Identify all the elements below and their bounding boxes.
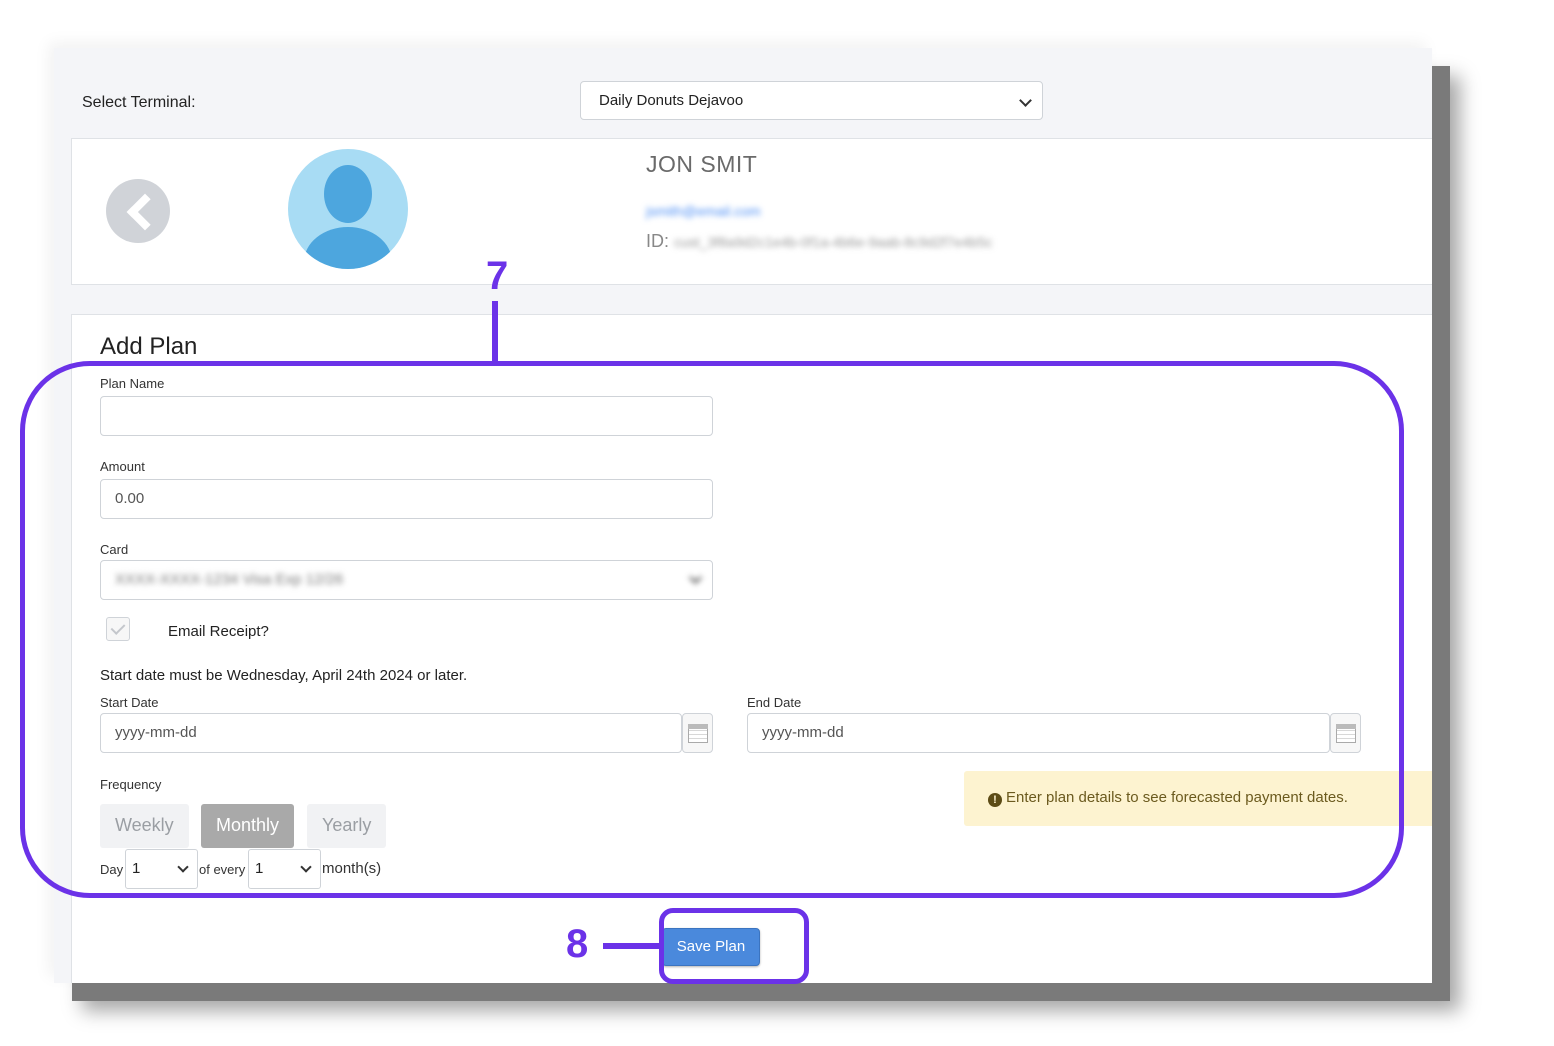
frequency-weekly-button[interactable]: Weekly (100, 804, 189, 848)
end-date-placeholder: yyyy-mm-dd (762, 724, 844, 741)
start-date-note: Start date must be Wednesday, April 24th… (100, 667, 468, 684)
start-date-placeholder: yyyy-mm-dd (115, 724, 197, 741)
day-label: Day (100, 862, 124, 877)
annotation-step-8-box (659, 908, 809, 984)
chevron-down-icon (300, 861, 312, 873)
forecast-message: Enter plan details to see forecasted pay… (1006, 789, 1348, 806)
select-terminal-label: Select Terminal: (82, 94, 196, 111)
info-icon: ! (988, 793, 1002, 807)
customer-id-label: ID: (646, 231, 670, 251)
email-receipt-checkbox[interactable] (106, 617, 130, 641)
frequency-label: Frequency (100, 777, 162, 792)
every-months-value: 1 (255, 860, 264, 877)
customer-email-link[interactable]: jsmith@email.com (646, 203, 761, 219)
frequency-monthly-button[interactable]: Monthly (201, 804, 295, 848)
customer-id-value: cust_3f8a9d2c1e4b-0f1a-4b6e-9aab-8c9d2f7… (674, 234, 993, 250)
plan-name-input[interactable] (100, 396, 713, 436)
amount-value: 0.00 (115, 490, 145, 507)
email-receipt-label: Email Receipt? (168, 623, 269, 640)
add-plan-title: Add Plan (100, 333, 198, 360)
card-select[interactable]: XXXX-XXXX-1234 Visa Exp 12/26 (100, 560, 713, 600)
start-date-calendar-button[interactable] (682, 713, 713, 753)
amount-label: Amount (100, 459, 145, 474)
plan-name-label: Plan Name (100, 376, 165, 391)
amount-input[interactable]: 0.00 (100, 479, 713, 519)
forecast-notice: ! Enter plan details to see forecasted pa… (964, 771, 1432, 826)
back-arrow-icon[interactable] (106, 179, 170, 243)
day-select-value: 1 (132, 860, 141, 877)
terminal-select-value: Daily Donuts Dejavoo (599, 92, 744, 109)
every-months-select[interactable]: 1 (248, 849, 321, 889)
avatar-body-icon (304, 227, 392, 269)
add-plan-card: Add Plan Plan Name Amount 0.00 Card XXXX… (71, 314, 1432, 983)
customer-name: JON SMIT (646, 151, 758, 177)
card-label: Card (100, 542, 129, 557)
screenshot-frame: Select Terminal: Daily Donuts Dejavoo JO… (54, 48, 1432, 983)
chevron-down-icon (689, 571, 702, 584)
end-date-calendar-button[interactable] (1330, 713, 1361, 753)
annotation-step-8-number: 8 (566, 922, 589, 966)
chevron-down-icon (1019, 94, 1032, 107)
of-every-label: of every (199, 862, 246, 877)
end-date-input[interactable]: yyyy-mm-dd (747, 713, 1330, 753)
chevron-down-icon (177, 861, 189, 873)
calendar-icon (1336, 724, 1356, 743)
avatar-head-icon (324, 165, 372, 223)
annotation-step-7-number: 7 (486, 254, 509, 298)
avatar (288, 149, 408, 269)
start-date-input[interactable]: yyyy-mm-dd (100, 713, 682, 753)
annotation-step-8-connector (603, 943, 661, 949)
months-label: month(s) (322, 860, 382, 877)
start-date-label: Start Date (100, 695, 159, 710)
customer-profile-card: JON SMIT jsmith@email.com ID: cust_3f8a9… (71, 138, 1432, 285)
day-select[interactable]: 1 (125, 849, 198, 889)
calendar-icon (688, 724, 708, 743)
annotation-step-7-connector (492, 301, 498, 363)
frequency-yearly-button[interactable]: Yearly (307, 804, 387, 848)
card-select-value: XXXX-XXXX-1234 Visa Exp 12/26 (115, 571, 344, 588)
terminal-select[interactable]: Daily Donuts Dejavoo (580, 81, 1043, 120)
end-date-label: End Date (747, 695, 802, 710)
